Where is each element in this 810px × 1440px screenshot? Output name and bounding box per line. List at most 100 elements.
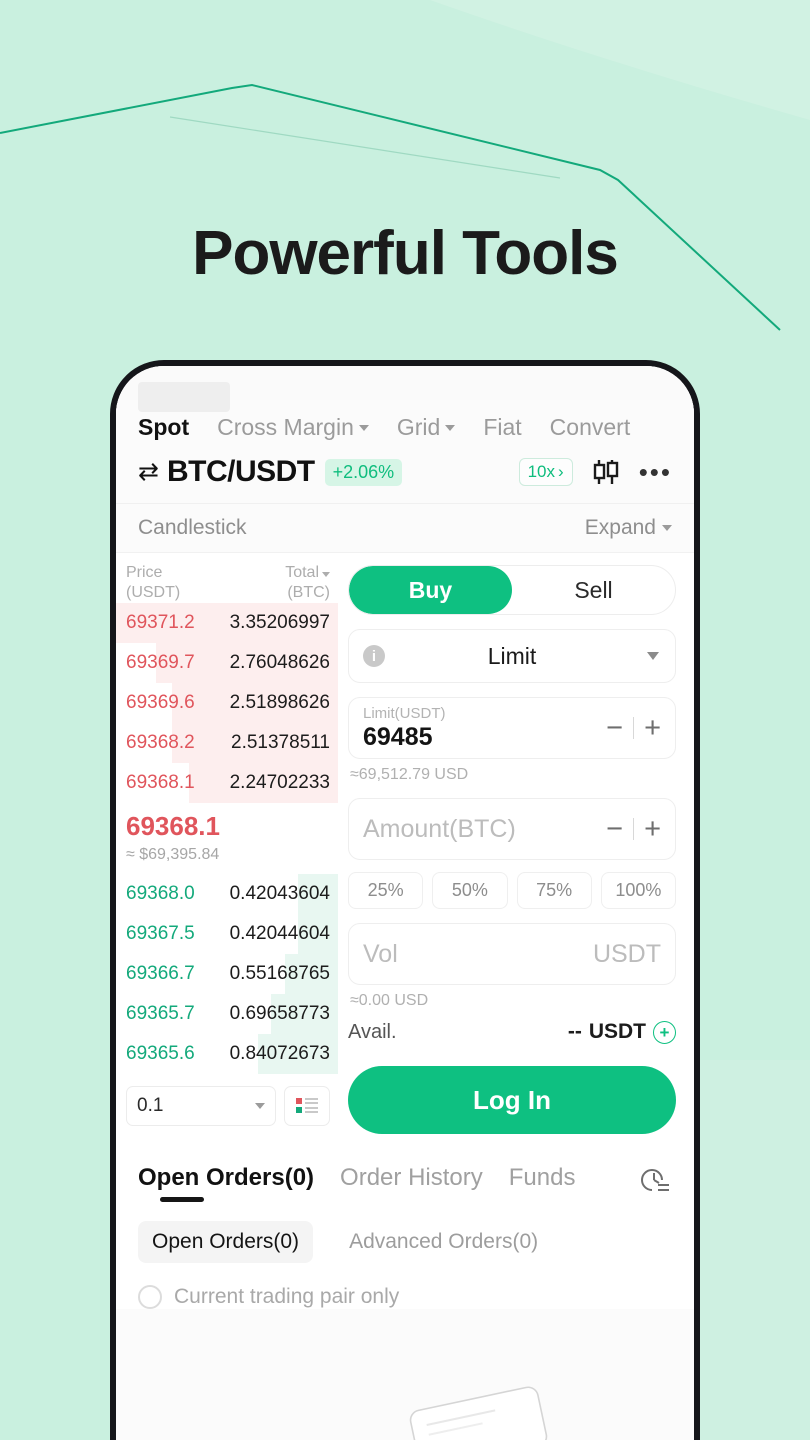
limit-price-field[interactable]: Limit(USDT) 69485 − + [348, 697, 676, 759]
order-form: Buy Sell i Limit Limit(USDT) 69485 − + ≈… [338, 553, 694, 1138]
available-label: Avail. [348, 1020, 397, 1043]
depth-list-icon[interactable] [284, 1086, 330, 1126]
clock-history-icon[interactable] [636, 1162, 672, 1203]
amount-placeholder: Amount(BTC) [363, 814, 516, 843]
limit-price-stepper: − + [606, 712, 661, 745]
limit-price-approx: ≈69,512.79 USD [350, 766, 469, 783]
depth-list-glyph [296, 1098, 318, 1113]
phone-screen: Spot Cross Margin Grid Fiat Convert ⇄ BT… [116, 366, 694, 1440]
order-book-row-bid[interactable]: 69365.7 0.69658773 [116, 994, 338, 1034]
ask-price: 69371.2 [126, 612, 195, 633]
tab-convert-label: Convert [549, 414, 631, 440]
tab-convert[interactable]: Convert [550, 414, 631, 441]
tab-spot[interactable]: Spot [138, 414, 189, 441]
candlestick-chart-icon[interactable] [591, 459, 621, 485]
bid-amount: 0.42044604 [229, 923, 330, 944]
phone-mockup: Spot Cross Margin Grid Fiat Convert ⇄ BT… [110, 360, 700, 1440]
increment-button[interactable]: + [644, 813, 661, 846]
volume-currency: USDT [592, 939, 661, 968]
tab-open-orders[interactable]: Open Orders(0) [138, 1164, 314, 1202]
ask-amount: 2.51898626 [229, 692, 330, 713]
ask-amount: 2.76048626 [229, 652, 330, 673]
leverage-badge[interactable]: 10x › [518, 458, 573, 486]
more-options-icon[interactable]: ••• [639, 459, 672, 485]
order-book: Price (USDT) Total (BTC) 69371.2 3.35206… [116, 553, 338, 1138]
last-price-block: 69368.1 ≈ $69,395.84 [116, 803, 338, 874]
status-bar [116, 366, 694, 412]
subtab-advanced-orders[interactable]: Advanced Orders(0) [335, 1221, 552, 1263]
info-icon[interactable]: i [363, 645, 385, 667]
buy-button[interactable]: Buy [349, 566, 512, 614]
chart-type-label[interactable]: Candlestick [138, 516, 247, 540]
login-button[interactable]: Log In [348, 1066, 676, 1134]
radio-button[interactable] [138, 1285, 162, 1309]
tilted-phone-illustration [409, 1386, 548, 1440]
tab-cross-margin-label: Cross Margin [217, 414, 354, 440]
orders-section: Open Orders(0) Order History Funds Open … [116, 1138, 694, 1309]
limit-price-label: Limit(USDT) [363, 704, 446, 722]
amount-stepper: − + [606, 813, 661, 846]
col-total-unit: (BTC) [287, 584, 330, 601]
order-book-row-bid[interactable]: 69367.5 0.42044604 [116, 914, 338, 954]
percent-button-100[interactable]: 100% [600, 872, 676, 909]
limit-price-value[interactable]: 69485 [363, 723, 606, 752]
decrement-button[interactable]: − [606, 813, 623, 846]
current-pair-filter-label: Current trading pair only [174, 1285, 400, 1308]
order-book-row-ask[interactable]: 69368.2 2.51378511 [116, 723, 338, 763]
tab-grid[interactable]: Grid [397, 414, 456, 441]
tab-funds[interactable]: Funds [509, 1164, 576, 1202]
tab-cross-margin[interactable]: Cross Margin [217, 414, 369, 441]
percent-button-50[interactable]: 50% [432, 872, 508, 909]
orders-tabs: Open Orders(0) Order History Funds [138, 1162, 672, 1203]
volume-field[interactable]: Vol USDT [348, 923, 676, 985]
order-book-row-ask[interactable]: 69371.2 3.35206997 [116, 603, 338, 643]
buy-sell-toggle: Buy Sell [348, 565, 676, 615]
chart-toolbar: Candlestick Expand [116, 504, 694, 553]
ask-price: 69368.2 [126, 732, 195, 753]
price-grouping-select[interactable]: 0.1 [126, 1086, 276, 1126]
trading-pair-header: ⇄ BTC/USDT +2.06% 10x › ••• [116, 447, 694, 504]
available-currency: USDT [588, 1020, 646, 1043]
current-pair-filter[interactable]: Current trading pair only [138, 1285, 672, 1309]
bid-price: 69365.6 [126, 1043, 195, 1064]
chevron-down-icon [445, 424, 456, 431]
tab-spot-label: Spot [138, 414, 190, 440]
leverage-value: 10x [527, 462, 556, 481]
order-book-row-ask[interactable]: 69368.1 2.24702233 [116, 763, 338, 803]
order-book-col-total[interactable]: Total (BTC) [285, 563, 330, 603]
decrement-button[interactable]: − [606, 712, 623, 745]
sell-button[interactable]: Sell [512, 566, 675, 614]
price-grouping-value: 0.1 [137, 1095, 164, 1116]
amount-field[interactable]: Amount(BTC) − + [348, 798, 676, 860]
order-type-label: Limit [487, 642, 537, 669]
order-type-select[interactable]: i Limit [348, 629, 676, 683]
background-blob [430, 0, 810, 120]
chevron-down-icon [662, 525, 672, 531]
tab-order-history[interactable]: Order History [340, 1164, 483, 1202]
order-book-row-bid[interactable]: 69365.6 0.84072673 [116, 1034, 338, 1074]
order-book-row-bid[interactable]: 69368.0 0.42043604 [116, 874, 338, 914]
pair-name[interactable]: BTC/USDT [167, 455, 315, 489]
tab-fiat[interactable]: Fiat [483, 414, 521, 441]
order-book-row-bid[interactable]: 69366.7 0.55168765 [116, 954, 338, 994]
tab-fiat-label: Fiat [483, 414, 522, 440]
order-book-header: Price (USDT) Total (BTC) [116, 563, 338, 603]
order-book-asks: 69371.2 3.35206997 69369.7 2.76048626 69… [116, 603, 338, 803]
plus-circle-icon[interactable]: + [653, 1020, 676, 1044]
percent-button-75[interactable]: 75% [516, 872, 592, 909]
chart-expand-button[interactable]: Expand [585, 516, 672, 540]
subtab-open-orders[interactable]: Open Orders(0) [138, 1221, 314, 1263]
order-book-row-ask[interactable]: 69369.7 2.76048626 [116, 643, 338, 683]
increment-button[interactable]: + [644, 712, 661, 745]
available-value: -- [567, 1020, 582, 1043]
swap-icon[interactable]: ⇄ [138, 459, 159, 485]
order-book-footer: 0.1 [116, 1074, 338, 1138]
volume-approx: ≈0.00 USD [350, 992, 429, 1009]
volume-col: Vol [363, 940, 593, 969]
amount-col: Amount(BTC) [363, 815, 606, 844]
order-book-row-ask[interactable]: 69369.6 2.51898626 [116, 683, 338, 723]
percent-button-25[interactable]: 25% [348, 872, 424, 909]
bid-amount: 0.84072673 [229, 1043, 330, 1064]
ask-amount: 3.35206997 [229, 612, 330, 633]
bid-amount: 0.55168765 [229, 963, 330, 984]
